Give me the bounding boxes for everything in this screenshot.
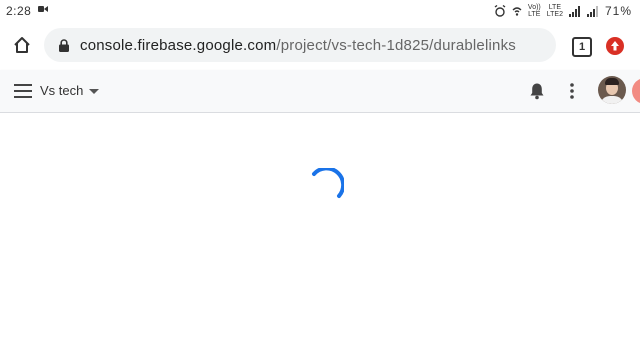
url-domain: console.firebase.google.com <box>80 37 277 54</box>
lte-label: LTE <box>548 4 562 11</box>
loading-spinner <box>312 168 344 198</box>
status-bar: 2:28 Vo)) LTE LTE LTE2 71% <box>0 0 640 22</box>
avatar-shirt <box>600 96 624 104</box>
url-path: /project/vs-tech-1d825/durablelinks <box>276 37 516 54</box>
floating-action-button[interactable] <box>632 78 640 104</box>
more-vert-icon[interactable] <box>568 82 576 100</box>
arrow-up-icon <box>611 41 619 51</box>
lte-indicator: LTE LTE2 <box>547 4 563 18</box>
signal-bars-2-icon <box>586 5 598 17</box>
avatar[interactable] <box>598 76 626 104</box>
status-icons: Vo)) LTE LTE LTE2 71% <box>494 3 632 19</box>
update-badge-icon[interactable] <box>606 37 624 55</box>
chevron-down-icon[interactable] <box>89 89 99 94</box>
lte2-label: LTE2 <box>546 11 563 18</box>
avatar-hair <box>605 78 619 85</box>
app-header: Vs tech <box>0 70 640 113</box>
tab-switcher-button[interactable]: 1 <box>572 37 592 57</box>
battery-percent: 71% <box>604 4 632 18</box>
menu-icon[interactable] <box>14 84 32 98</box>
url-text: console.firebase.google.com/project/vs-t… <box>80 37 516 54</box>
volte-lte-label: LTE <box>528 11 541 18</box>
home-icon[interactable] <box>12 35 32 55</box>
project-selector[interactable]: Vs tech <box>40 83 83 98</box>
address-bar[interactable]: console.firebase.google.com/project/vs-t… <box>44 28 556 62</box>
alarm-icon <box>494 5 506 17</box>
signal-bars-icon <box>568 5 580 17</box>
status-time: 2:28 <box>6 4 32 18</box>
wifi-icon <box>512 7 522 16</box>
volte-label: Vo)) <box>527 4 541 11</box>
lock-icon <box>59 39 69 52</box>
volte-indicator: Vo)) LTE <box>528 4 541 18</box>
bell-icon[interactable] <box>528 82 546 100</box>
browser-toolbar: console.firebase.google.com/project/vs-t… <box>0 22 640 68</box>
video-camera-icon <box>38 6 48 12</box>
main-content <box>0 113 640 360</box>
